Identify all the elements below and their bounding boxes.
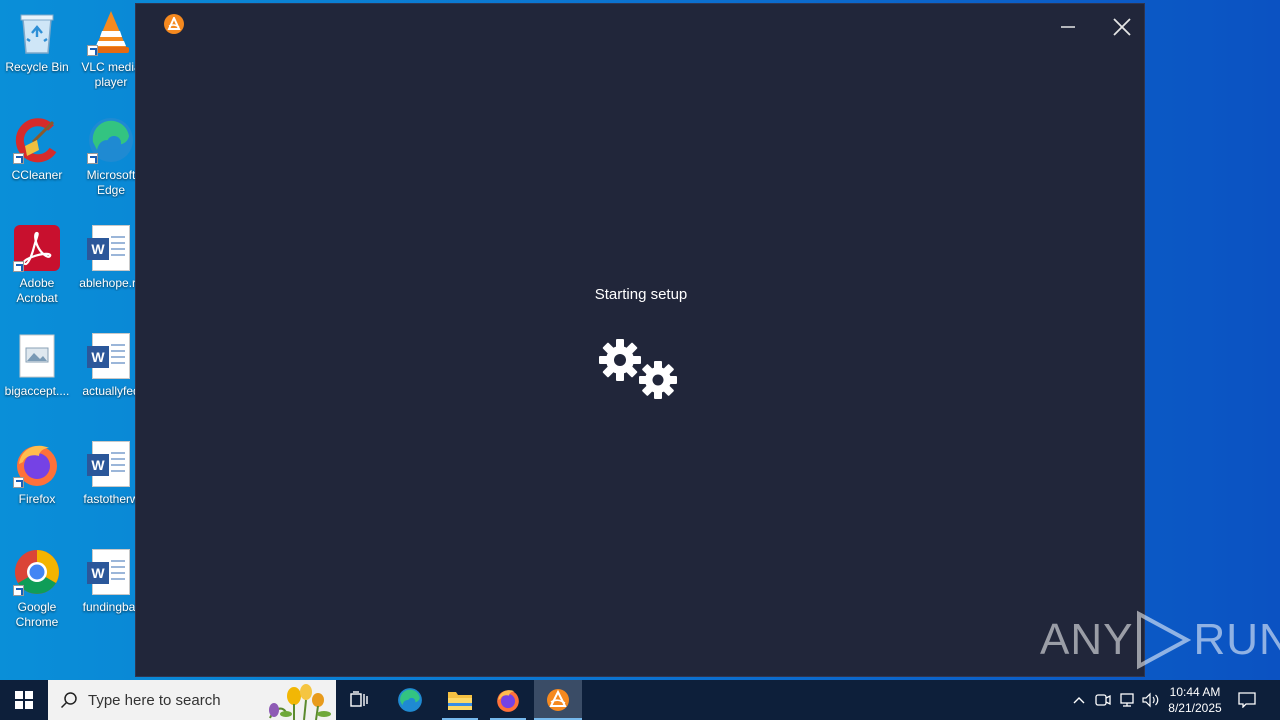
word-doc-icon: W bbox=[87, 440, 135, 488]
notification-icon bbox=[1238, 692, 1256, 708]
watermark-left-text: ANY bbox=[1040, 615, 1134, 664]
firefox-icon bbox=[13, 440, 61, 488]
firefox-icon bbox=[497, 690, 519, 712]
desktop-icon-bigaccept[interactable]: bigaccept.... bbox=[0, 332, 74, 399]
edge-icon bbox=[87, 116, 135, 164]
shortcut-arrow-icon bbox=[13, 585, 24, 596]
desktop-icon-label: Recycle Bin bbox=[5, 60, 69, 74]
image-file-icon bbox=[13, 332, 61, 380]
anyrun-watermark: ANY RUN bbox=[1040, 608, 1280, 672]
search-placeholder: Type here to search bbox=[88, 691, 221, 709]
close-button[interactable] bbox=[1102, 10, 1142, 44]
setup-status-text: Starting setup bbox=[594, 286, 688, 303]
shortcut-arrow-icon bbox=[87, 153, 98, 164]
taskbar-search-box[interactable]: Type here to search bbox=[48, 680, 336, 720]
desktop-icon-label: Google Chrome bbox=[15, 600, 59, 629]
tray-volume-button[interactable] bbox=[1140, 680, 1162, 720]
vlc-icon bbox=[87, 8, 135, 56]
watermark-right-text: RUN bbox=[1193, 615, 1280, 664]
desktop-icon-recycle-bin[interactable]: Recycle Bin bbox=[0, 8, 74, 75]
installer-app-icon bbox=[547, 689, 569, 711]
edge-icon bbox=[398, 688, 422, 712]
play-triangle-icon bbox=[1137, 610, 1192, 670]
taskbar: Type here to search 10:44 AM 8/21/2025 bbox=[0, 680, 1280, 720]
ccleaner-icon bbox=[13, 116, 61, 164]
shortcut-arrow-icon bbox=[87, 45, 98, 56]
gears-spinner-icon bbox=[599, 339, 677, 399]
volume-icon bbox=[1142, 692, 1159, 708]
action-center-button[interactable] bbox=[1232, 680, 1262, 720]
tray-network-button[interactable] bbox=[1116, 680, 1138, 720]
desktop-icon-ccleaner[interactable]: CCleaner bbox=[0, 116, 74, 183]
desktop-icon-firefox[interactable]: Firefox bbox=[0, 440, 74, 507]
clock-time: 10:44 AM bbox=[1169, 685, 1221, 699]
minimize-button[interactable] bbox=[1048, 10, 1088, 44]
shortcut-arrow-icon bbox=[13, 261, 24, 272]
meet-now-icon bbox=[1095, 694, 1111, 706]
start-button[interactable] bbox=[0, 680, 48, 720]
installer-logo-icon bbox=[164, 14, 184, 34]
recycle-bin-icon bbox=[13, 8, 61, 56]
desktop-icon-acrobat[interactable]: Adobe Acrobat bbox=[0, 224, 74, 306]
acrobat-icon bbox=[13, 224, 61, 272]
network-icon bbox=[1120, 693, 1134, 707]
taskbar-clock[interactable]: 10:44 AM 8/21/2025 bbox=[1162, 680, 1228, 720]
show-hidden-icons-button[interactable] bbox=[1068, 680, 1090, 720]
search-highlight-flowers-icon bbox=[269, 684, 331, 720]
taskbar-firefox-button[interactable] bbox=[484, 680, 532, 720]
chevron-up-icon bbox=[1073, 697, 1085, 704]
taskbar-file-explorer-button[interactable] bbox=[436, 680, 484, 720]
desktop-icon-label: Firefox bbox=[18, 492, 56, 506]
word-doc-icon: W bbox=[87, 548, 135, 596]
shortcut-arrow-icon bbox=[13, 153, 24, 164]
search-icon bbox=[60, 692, 77, 709]
taskbar-installer-button[interactable] bbox=[534, 680, 582, 720]
desktop-icon-label: Adobe Acrobat bbox=[16, 276, 58, 305]
shortcut-arrow-icon bbox=[13, 477, 24, 488]
task-view-button[interactable] bbox=[336, 680, 384, 720]
taskbar-edge-button[interactable] bbox=[386, 680, 434, 720]
word-doc-icon: W bbox=[87, 332, 135, 380]
windows-logo-icon bbox=[15, 691, 33, 709]
file-explorer-icon bbox=[448, 692, 472, 710]
clock-date: 8/21/2025 bbox=[1168, 701, 1222, 715]
tray-meet-now-button[interactable] bbox=[1092, 680, 1114, 720]
desktop-icon-chrome[interactable]: Google Chrome bbox=[0, 548, 74, 630]
close-icon bbox=[1113, 18, 1131, 36]
installer-window: Starting setup bbox=[135, 3, 1145, 677]
desktop-icon-label: bigaccept.... bbox=[4, 384, 70, 398]
desktop-icon-label: CCleaner bbox=[11, 168, 63, 182]
task-view-icon bbox=[350, 691, 368, 707]
minimize-icon bbox=[1061, 26, 1075, 28]
chrome-icon bbox=[13, 548, 61, 596]
word-doc-icon: W bbox=[87, 224, 135, 272]
